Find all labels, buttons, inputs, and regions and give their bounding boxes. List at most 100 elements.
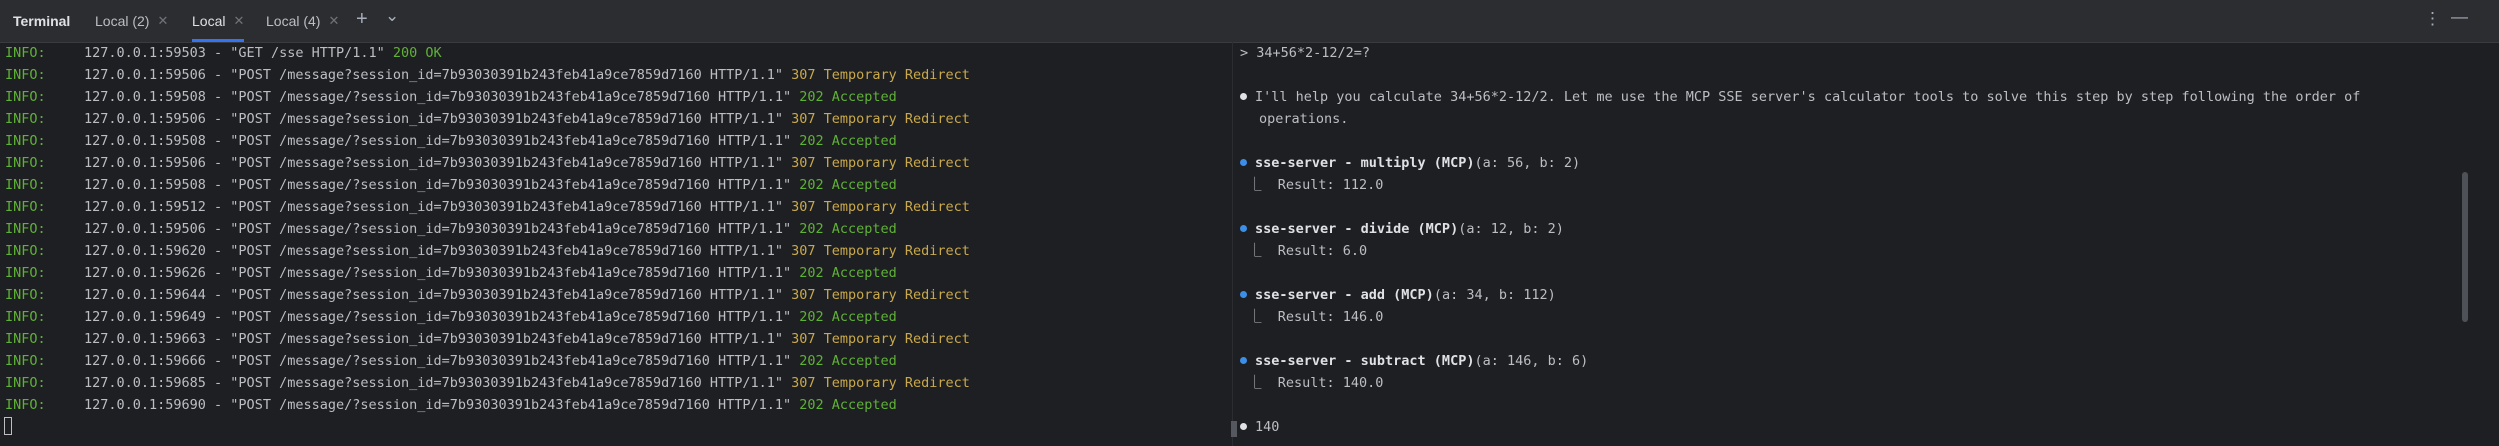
terminal-tabbar: Terminal Local (2) ✕ Local ✕ Local (4) ✕… [0,0,2499,43]
tool-bullet-icon [1240,159,1247,166]
intro-line-1: I'll help you calculate 34+56*2-12/2. Le… [1255,89,2361,105]
log-request: 127.0.0.1:59508 - "POST /message/?sessio… [84,130,897,152]
log-level: INFO: [5,45,46,61]
client-address: 127.0.0.1:59506 [84,111,206,127]
log-request: 127.0.0.1:59620 - "POST /message?session… [84,240,970,262]
new-tab-plus-icon[interactable]: + [356,8,368,31]
log-line: INFO: 127.0.0.1:59690 - "POST /message/?s… [5,394,897,416]
tool-call: sse-server - subtract (MCP)(a: 146, b: 6… [1240,350,1588,372]
log-level: INFO: [5,67,46,83]
log-line: INFO: 127.0.0.1:59512 - "POST /message?se… [5,196,970,218]
log-line: INFO: 127.0.0.1:59506 - "POST /message?se… [5,152,970,174]
status-text: 202 Accepted [799,221,897,237]
log-level: INFO: [5,353,46,369]
status-text: 202 Accepted [799,309,897,325]
log-request: 127.0.0.1:59626 - "POST /message/?sessio… [84,262,897,284]
server-log-pane[interactable]: INFO: 127.0.0.1:59503 - "GET /sse HTTP/1.… [0,42,1228,446]
minimize-icon[interactable]: — [2451,7,2468,27]
log-line: INFO: 127.0.0.1:59503 - "GET /sse HTTP/1.… [5,42,442,64]
tool-call: sse-server - multiply (MCP)(a: 56, b: 2) [1240,152,1580,174]
tool-bullet-icon [1240,291,1247,298]
request-text: - "POST /message/?session_id=7b93030391b… [205,265,800,281]
request-text: - "POST /message/?session_id=7b93030391b… [205,89,800,105]
tool-name: sse-server - subtract (MCP) [1255,353,1475,369]
request-text: - "POST /message?session_id=7b93030391b2… [205,331,792,347]
status-text: 307 Temporary Redirect [791,243,970,259]
tool-bullet-icon [1240,357,1247,364]
log-level: INFO: [5,375,46,391]
log-request: 127.0.0.1:59649 - "POST /message/?sessio… [84,306,897,328]
request-text: - "POST /message?session_id=7b93030391b2… [205,155,792,171]
log-line: INFO: 127.0.0.1:59663 - "POST /message?se… [5,328,970,350]
log-level: INFO: [5,331,46,347]
message-bullet-icon [1240,93,1247,100]
log-line: INFO: 127.0.0.1:59508 - "POST /message/?s… [5,130,897,152]
request-text: - "POST /message?session_id=7b93030391b2… [205,199,792,215]
log-line: INFO: 127.0.0.1:59508 - "POST /message/?s… [5,86,897,108]
log-line: INFO: 127.0.0.1:59620 - "POST /message?se… [5,240,970,262]
log-request: 127.0.0.1:59663 - "POST /message?session… [84,328,970,350]
tool-name: sse-server - divide (MCP) [1255,221,1459,237]
log-line: INFO: 127.0.0.1:59666 - "POST /message/?s… [5,350,897,372]
log-level: INFO: [5,199,46,215]
log-line: INFO: 127.0.0.1:59626 - "POST /message/?s… [5,262,897,284]
request-text: - "POST /message/?session_id=7b93030391b… [205,353,800,369]
tool-args: (a: 146, b: 6) [1474,353,1589,369]
tool-result: ⎿ Result: 140.0 [1248,375,1384,391]
tab-local-4[interactable]: Local (4) ✕ [266,0,339,42]
pane-cursor [1231,421,1237,437]
tab-local-2[interactable]: Local (2) ✕ [95,0,168,42]
log-level: INFO: [5,287,46,303]
answer-text: 140 [1255,419,1280,435]
client-address: 127.0.0.1:59644 [84,287,206,303]
log-request: 127.0.0.1:59666 - "POST /message/?sessio… [84,350,897,372]
log-level: INFO: [5,221,46,237]
tool-name: sse-server - multiply (MCP) [1255,155,1475,171]
scrollbar-thumb[interactable] [2462,172,2468,322]
close-icon[interactable]: ✕ [233,13,244,29]
log-request: 127.0.0.1:59508 - "POST /message/?sessio… [84,86,897,108]
log-level: INFO: [5,397,46,413]
log-level: INFO: [5,177,46,193]
log-line: INFO: 127.0.0.1:59506 - "POST /message?se… [5,108,970,130]
request-text: - "POST /message/?session_id=7b93030391b… [205,397,800,413]
log-request: 127.0.0.1:59512 - "POST /message?session… [84,196,970,218]
log-request: 127.0.0.1:59506 - "POST /message?session… [84,152,970,174]
client-address: 127.0.0.1:59512 [84,199,206,215]
chevron-down-icon[interactable]: ⌄ [385,6,399,26]
tool-call: sse-server - divide (MCP)(a: 12, b: 2) [1240,218,1564,240]
tab-label: Local (2) [95,13,150,29]
more-options-icon[interactable]: ⋮ [2424,9,2441,29]
request-text: - "POST /message/?session_id=7b93030391b… [205,177,800,193]
close-icon[interactable]: ✕ [157,13,168,29]
log-line: INFO: 127.0.0.1:59506 - "POST /message/?s… [5,218,897,240]
status-text: 202 Accepted [799,89,897,105]
log-level: INFO: [5,243,46,259]
request-text: - "POST /message?session_id=7b93030391b2… [205,287,792,303]
client-address: 127.0.0.1:59506 [84,67,206,83]
close-icon[interactable]: ✕ [328,13,339,29]
status-text: 307 Temporary Redirect [791,67,970,83]
request-text: - "GET /sse HTTP/1.1" [205,45,393,61]
pane-splitter[interactable] [1232,42,1233,446]
status-text: 202 Accepted [799,397,897,413]
status-text: 307 Temporary Redirect [791,199,970,215]
status-text: 202 Accepted [799,177,897,193]
log-request: 127.0.0.1:59685 - "POST /message?session… [84,372,970,394]
log-level: INFO: [5,265,46,281]
terminal-cursor [4,417,12,435]
chat-pane[interactable]: > 34+56*2-12/2=? I'll help you calculate… [1240,42,2470,446]
assistant-message: I'll help you calculate 34+56*2-12/2. Le… [1240,86,2360,108]
client-address: 127.0.0.1:59508 [84,89,206,105]
log-level: INFO: [5,155,46,171]
status-text: 307 Temporary Redirect [791,111,970,127]
tool-args: (a: 34, b: 112) [1433,287,1556,303]
log-request: 127.0.0.1:59506 - "POST /message?session… [84,108,970,130]
status-text: 202 Accepted [799,353,897,369]
client-address: 127.0.0.1:59506 [84,221,206,237]
log-line: INFO: 127.0.0.1:59506 - "POST /message?se… [5,64,970,86]
client-address: 127.0.0.1:59508 [84,133,206,149]
log-request: 127.0.0.1:59690 - "POST /message/?sessio… [84,394,897,416]
tab-local[interactable]: Local ✕ [192,0,245,42]
client-address: 127.0.0.1:59503 [84,45,206,61]
